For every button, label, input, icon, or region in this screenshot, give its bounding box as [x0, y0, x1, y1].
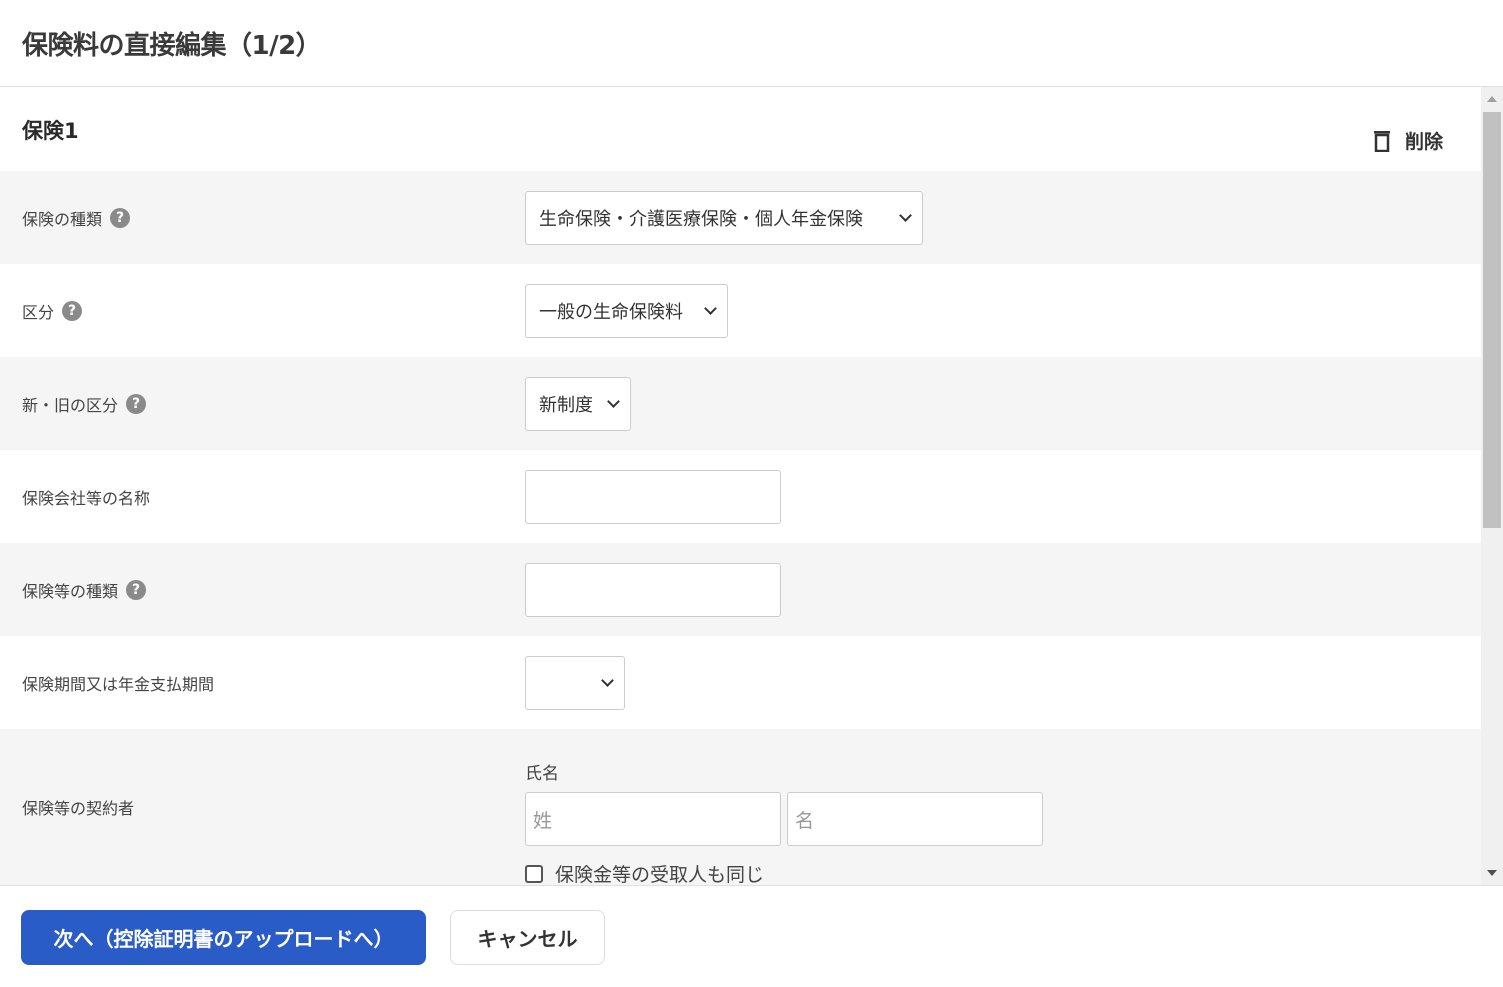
row-contractor: 保険等の契約者 氏名 姓 名 保険金等の受取人も同じ — [0, 729, 1481, 885]
row-period: 保険期間又は年金支払期間 — [0, 636, 1481, 729]
cancel-button[interactable]: キャンセル — [450, 910, 605, 965]
chevron-down-icon — [899, 208, 912, 222]
section-header: 保険1 削除 — [0, 87, 1481, 171]
select-value: 新制度 — [539, 394, 593, 416]
first-name-input[interactable]: 名 — [787, 792, 1043, 846]
field-label: 区分 — [22, 302, 55, 322]
section-title: 保険1 — [22, 119, 79, 143]
field-label: 保険の種類 — [22, 209, 103, 229]
help-icon[interactable]: ? — [62, 300, 83, 321]
page-title: 保険料の直接編集（1/2） — [22, 30, 322, 61]
delete-label: 削除 — [1404, 131, 1443, 153]
scroll-down-arrow-icon[interactable] — [1487, 870, 1497, 876]
period-select[interactable] — [525, 655, 625, 710]
scrollbar-thumb[interactable] — [1483, 112, 1501, 528]
chevron-down-icon — [601, 673, 614, 687]
scrollbar[interactable] — [1481, 87, 1503, 885]
trash-icon — [1373, 130, 1390, 152]
checkbox-icon[interactable] — [525, 864, 543, 883]
help-icon[interactable]: ? — [126, 579, 147, 600]
row-company: 保険会社等の名称 — [0, 450, 1481, 543]
row-system: 新・旧の区分? 新制度 — [0, 357, 1481, 450]
company-name-input[interactable] — [525, 469, 781, 524]
next-button[interactable]: 次へ（控除証明書のアップロードへ） — [21, 910, 426, 965]
last-name-input[interactable]: 姓 — [525, 792, 781, 846]
row-insurance-type: 保険の種類? 生命保険・介護医療保険・個人年金保険 — [0, 171, 1481, 264]
page-header: 保険料の直接編集（1/2） — [0, 0, 1503, 87]
chevron-down-icon — [704, 301, 717, 315]
help-icon[interactable]: ? — [126, 393, 147, 414]
footer: 次へ（控除証明書のアップロードへ） キャンセル — [0, 885, 1503, 987]
select-value: 一般の生命保険料 — [539, 301, 683, 323]
row-category: 区分? 一般の生命保険料 — [0, 264, 1481, 357]
same-recipient-checkbox[interactable]: 保険金等の受取人も同じ — [525, 860, 1043, 885]
scroll-up-arrow-icon[interactable] — [1487, 96, 1497, 102]
row-kind: 保険等の種類? — [0, 543, 1481, 636]
field-label: 新・旧の区分 — [22, 395, 119, 415]
select-value: 生命保険・介護医療保険・個人年金保険 — [539, 208, 863, 230]
field-label: 保険期間又は年金支払期間 — [22, 674, 215, 694]
category-select[interactable]: 一般の生命保険料 — [525, 283, 728, 338]
checkbox-label: 保険金等の受取人も同じ — [555, 864, 765, 885]
system-select[interactable]: 新制度 — [525, 376, 631, 431]
field-label: 保険等の種類 — [22, 581, 119, 601]
field-label: 保険等の契約者 — [22, 799, 135, 818]
insurance-kind-input[interactable] — [525, 562, 781, 617]
insurance-type-select[interactable]: 生命保険・介護医療保険・個人年金保険 — [525, 190, 923, 245]
name-sublabel: 氏名 — [525, 764, 559, 784]
field-label: 保険会社等の名称 — [22, 488, 151, 508]
help-icon[interactable]: ? — [110, 207, 131, 228]
form-content: 保険1 削除 保険の種類? 生命保険・介護医療保険・個人年金保険 区分? 一般の… — [0, 87, 1481, 885]
chevron-down-icon — [607, 394, 620, 408]
delete-button[interactable]: 削除 — [1373, 127, 1443, 154]
